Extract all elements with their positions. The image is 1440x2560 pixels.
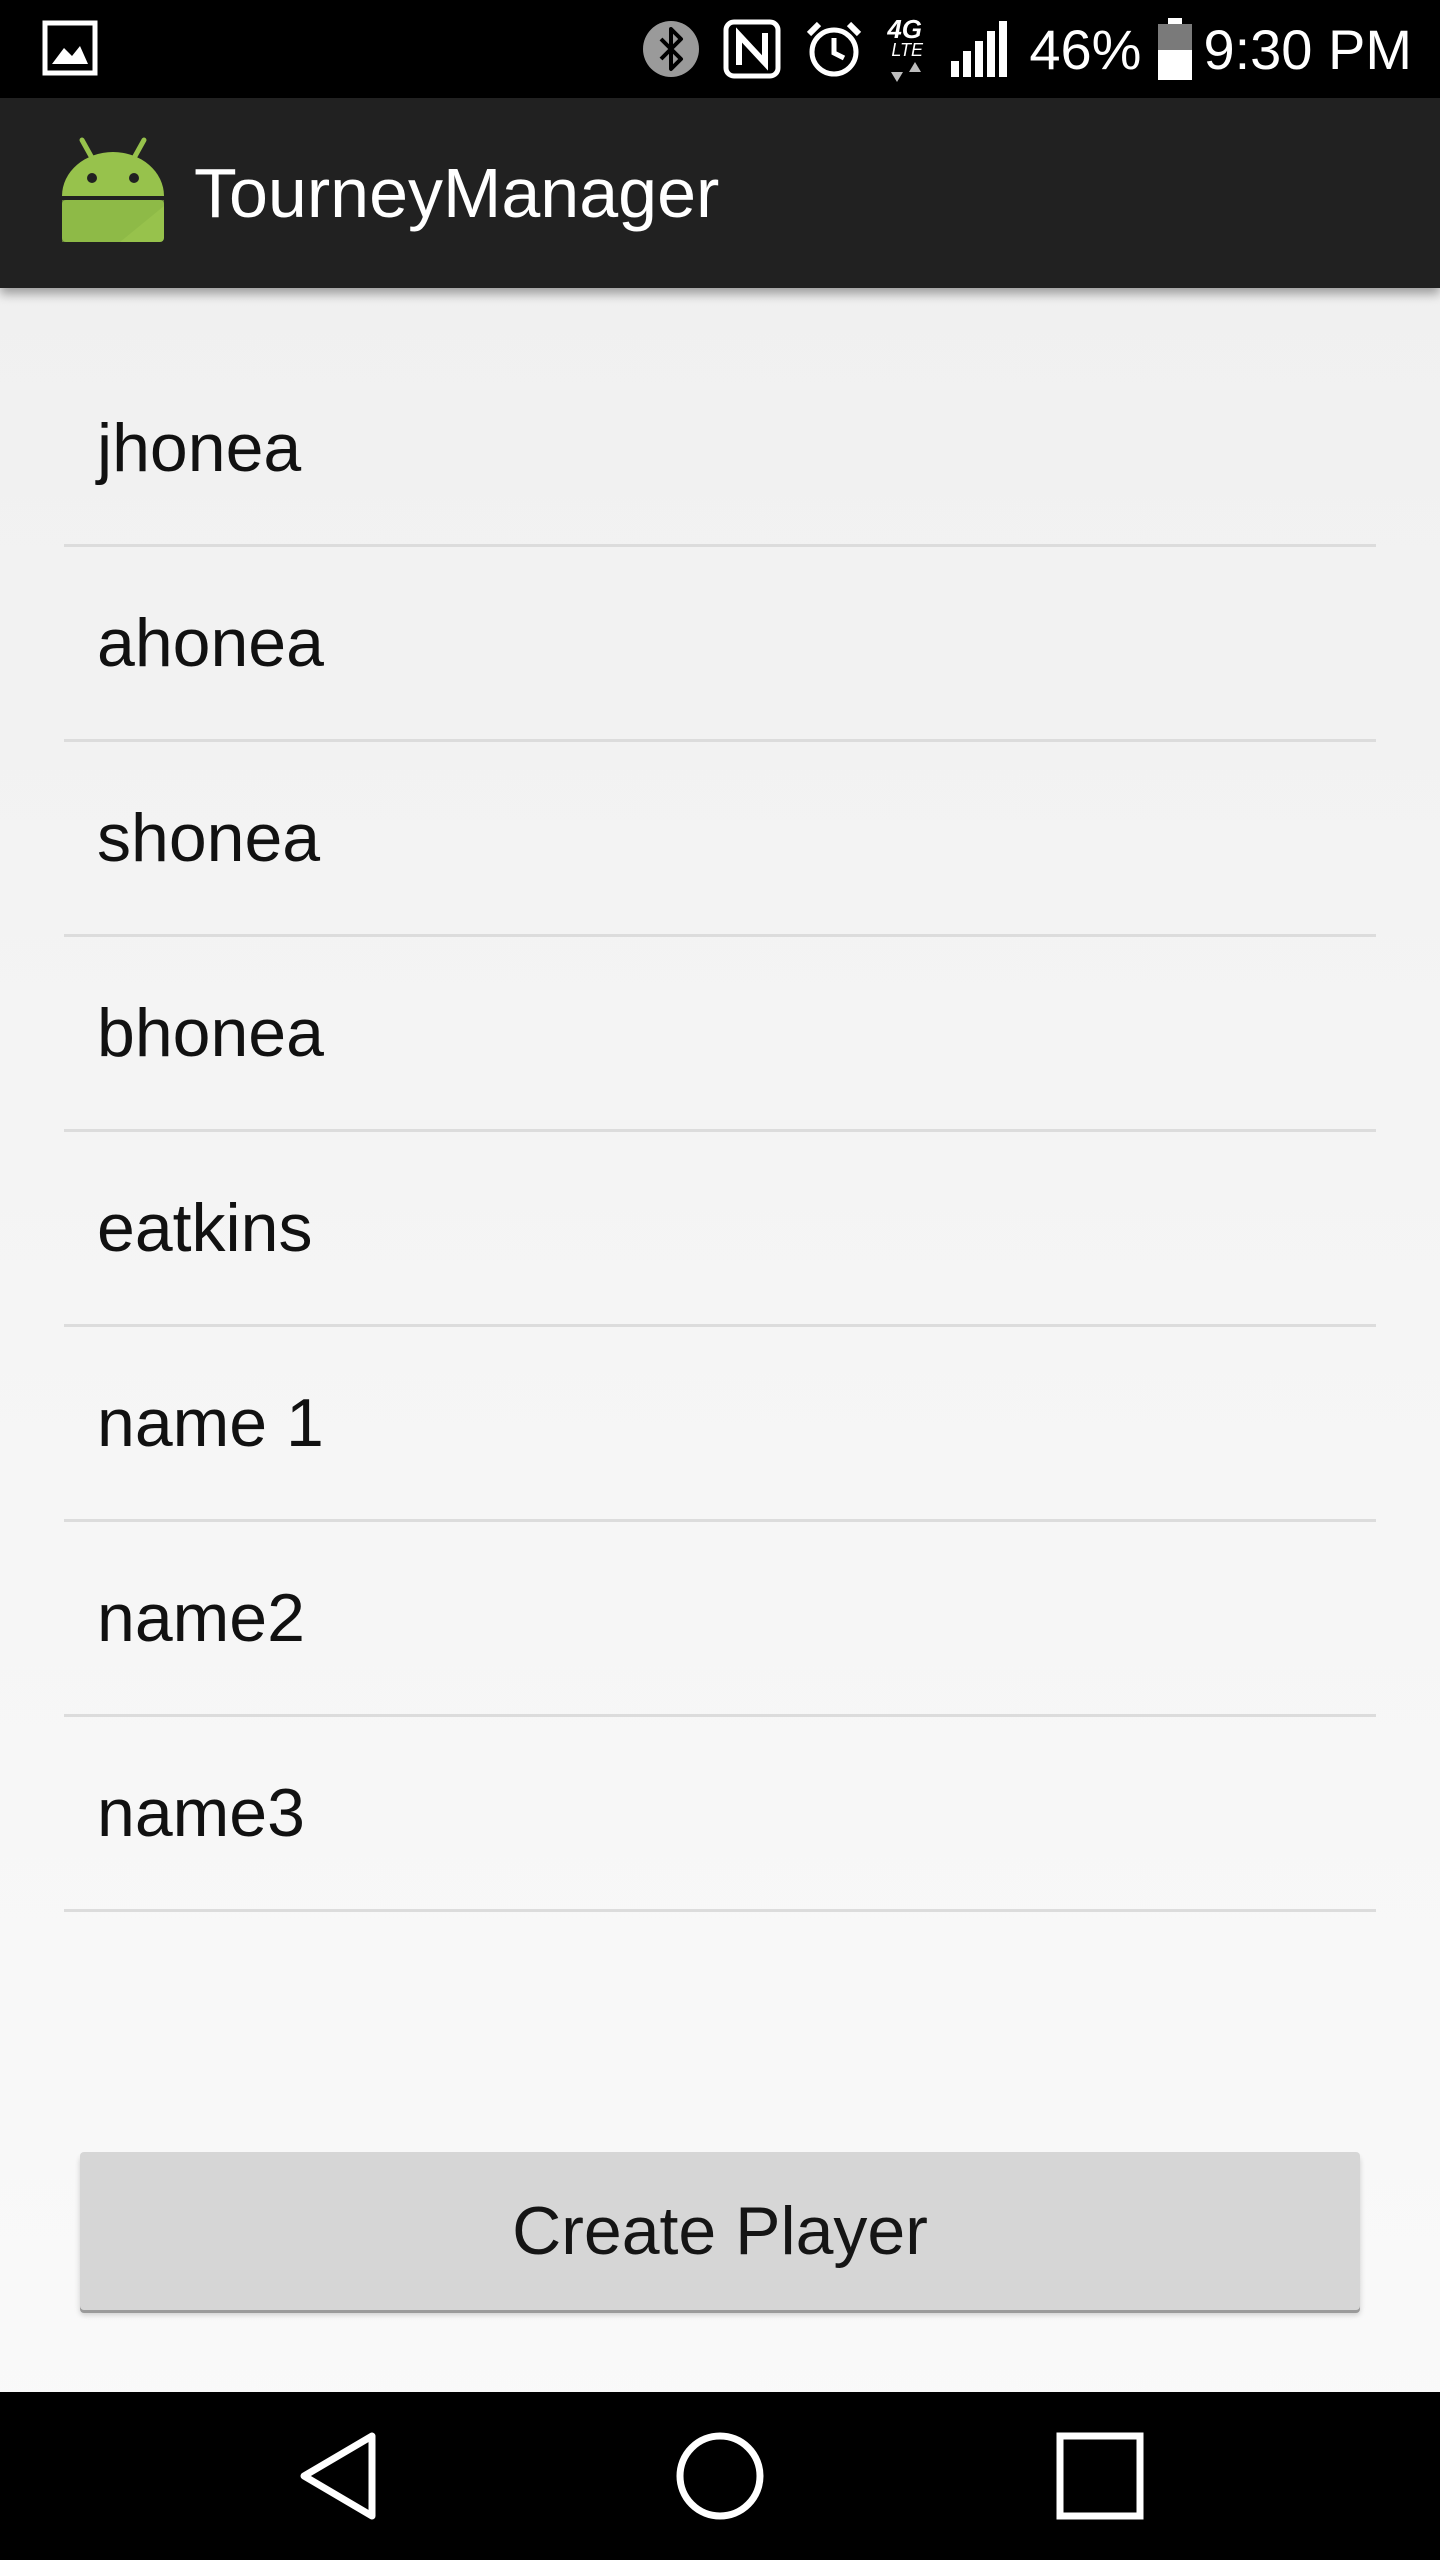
network-sub-label: LTE xyxy=(891,40,924,60)
status-bar: 4G LTE 46% 9:30 PM xyxy=(0,0,1440,98)
screen: 4G LTE 46% 9:30 PM TourneyManager jhonea… xyxy=(0,0,1440,2560)
player-name: name3 xyxy=(97,1775,305,1851)
nfc-icon xyxy=(723,19,781,79)
player-name: bhonea xyxy=(97,995,324,1071)
list-item[interactable]: jhonea xyxy=(64,352,1376,547)
android-app-icon xyxy=(60,136,166,246)
battery-icon xyxy=(1157,18,1193,80)
list-item[interactable]: ahonea xyxy=(64,547,1376,742)
player-name: eatkins xyxy=(97,1190,313,1266)
network-4g-lte-icon: 4G LTE xyxy=(887,14,927,82)
player-name: name 1 xyxy=(97,1385,324,1461)
signal-icon xyxy=(949,21,1008,77)
recents-icon[interactable] xyxy=(1050,2426,1150,2526)
navigation-bar xyxy=(0,2392,1440,2560)
gallery-icon xyxy=(42,20,102,76)
player-name: ahonea xyxy=(97,605,324,681)
status-icons: 4G LTE 46% 9:30 PM xyxy=(619,0,1412,98)
list-item[interactable]: bhonea xyxy=(64,937,1376,1132)
list-item[interactable]: shonea xyxy=(64,742,1376,937)
player-name: jhonea xyxy=(97,410,302,486)
list-item[interactable]: eatkins xyxy=(64,1132,1376,1327)
status-time: 9:30 PM xyxy=(1203,17,1412,81)
home-icon[interactable] xyxy=(670,2426,770,2526)
app-bar: TourneyManager xyxy=(0,98,1440,288)
alarm-icon xyxy=(803,18,865,80)
list-item[interactable]: name3 xyxy=(64,1717,1376,1912)
list-item[interactable]: name2 xyxy=(64,1522,1376,1717)
player-name: name2 xyxy=(97,1580,305,1656)
bluetooth-icon xyxy=(641,19,701,79)
back-icon[interactable] xyxy=(290,2426,390,2526)
player-list: jhonea ahonea shonea bhonea eatkins name… xyxy=(64,352,1376,1912)
player-name: shonea xyxy=(97,800,321,876)
app-title: TourneyManager xyxy=(194,154,720,232)
create-player-button[interactable]: Create Player xyxy=(80,2152,1360,2310)
list-item[interactable]: name 1 xyxy=(64,1327,1376,1522)
battery-percent: 46% xyxy=(1029,17,1142,81)
